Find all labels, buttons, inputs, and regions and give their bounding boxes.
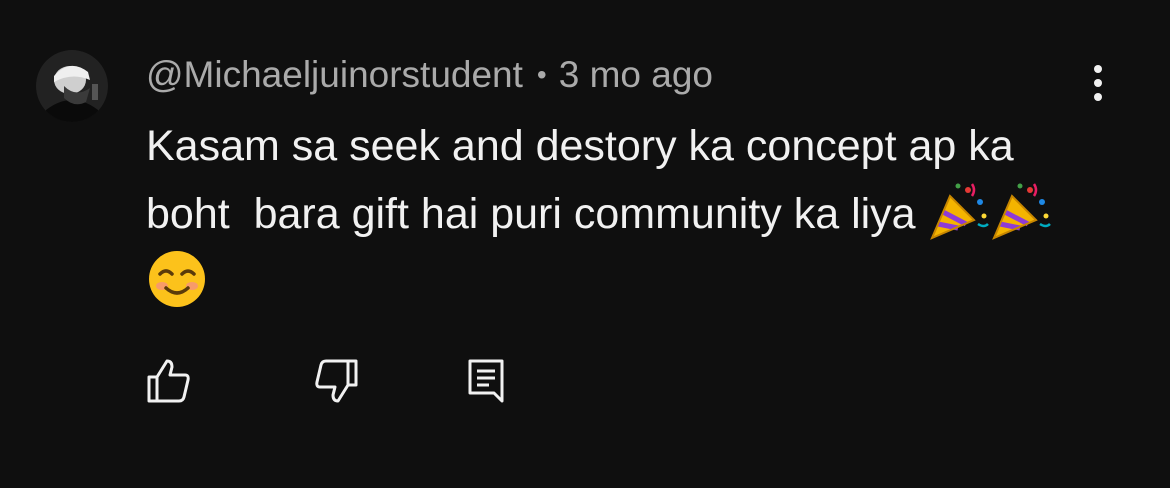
avatar[interactable] [36, 50, 108, 122]
more-options-button[interactable] [1080, 60, 1116, 106]
comment-text: Kasam sa seek and destory ka concept ap … [146, 122, 1026, 238]
more-vertical-icon [1094, 65, 1102, 101]
meta-separator: • [536, 59, 547, 90]
comment-time[interactable]: 3 mo ago [559, 54, 713, 96]
reply-button[interactable] [462, 355, 514, 407]
author-name[interactable]: @Michaeljuinorstudent [146, 54, 523, 96]
comment-meta: @Michaeljuinorstudent • 3 mo ago [146, 52, 713, 98]
dislike-button[interactable] [310, 355, 362, 407]
comment-thread: @Michaeljuinorstudent • 3 mo ago Kasam s… [0, 0, 1170, 488]
reply-comment-icon [468, 359, 504, 403]
thumbs-up-icon [147, 359, 190, 403]
party-popper-emoji [928, 180, 990, 242]
comment-body: Kasam sa seek and destory ka concept ap … [146, 112, 1106, 316]
thumbs-down-icon [315, 359, 358, 403]
smiling-face-emoji [146, 248, 208, 310]
like-button[interactable] [143, 355, 195, 407]
party-popper-emoji [990, 180, 1052, 242]
